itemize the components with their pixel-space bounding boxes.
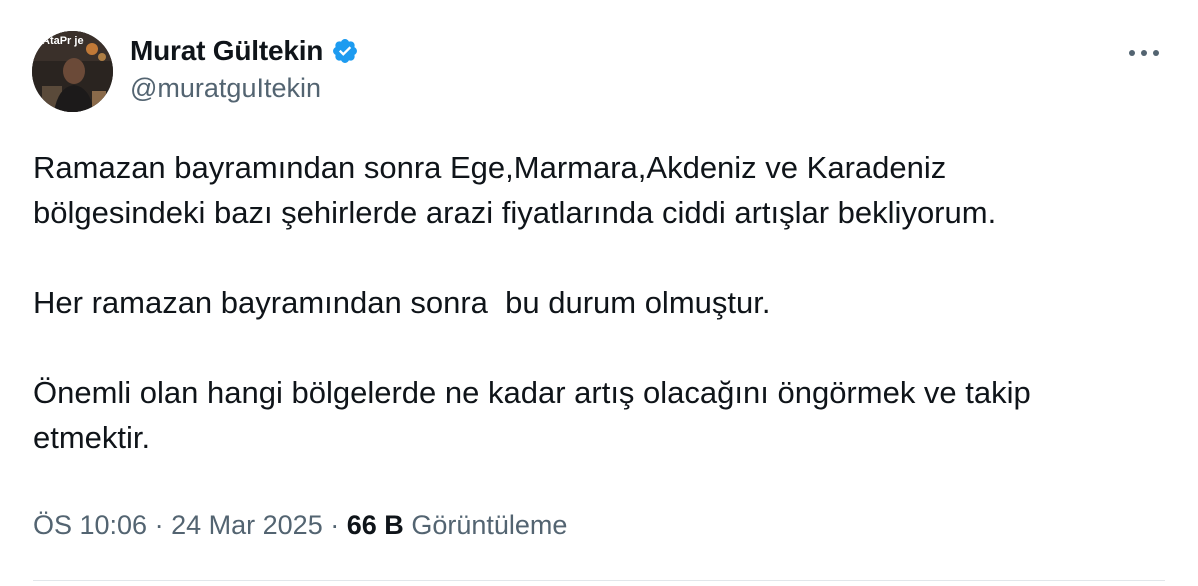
more-options-button[interactable] bbox=[1124, 38, 1164, 68]
avatar-logo-text: AtaPr je bbox=[42, 35, 84, 47]
views-label[interactable]: Görüntüleme bbox=[411, 510, 567, 540]
verified-badge-icon[interactable] bbox=[331, 37, 359, 65]
avatar[interactable]: AtaPr je bbox=[32, 31, 113, 112]
meta-separator: · bbox=[154, 510, 164, 540]
views-count[interactable]: 66 B bbox=[347, 510, 404, 540]
meta-separator: · bbox=[330, 510, 340, 540]
author-handle[interactable]: @muratguItekin bbox=[130, 73, 321, 104]
tweet-paragraph: Her ramazan bayramından sonra bu durum o… bbox=[33, 285, 771, 320]
author-display-name[interactable]: Murat Gültekin bbox=[130, 35, 323, 67]
tweet-text: Ramazan bayramından sonra Ege,Marmara,Ak… bbox=[33, 145, 1163, 460]
tweet-paragraph: Önemli olan hangi bölgelerde ne kadar ar… bbox=[33, 375, 1031, 455]
author-name-row: Murat Gültekin bbox=[130, 33, 359, 69]
tweet-card: AtaPr je Murat Gültekin @muratguItekin R… bbox=[0, 0, 1198, 586]
divider bbox=[33, 580, 1165, 581]
more-horizontal-icon bbox=[1129, 50, 1159, 56]
tweet-meta: ÖS 10:06 · 24 Mar 2025 · 66 B Görüntülem… bbox=[33, 510, 567, 541]
tweet-date[interactable]: 24 Mar 2025 bbox=[171, 510, 323, 540]
tweet-time[interactable]: ÖS 10:06 bbox=[33, 510, 147, 540]
tweet-paragraph: Ramazan bayramından sonra Ege,Marmara,Ak… bbox=[33, 150, 997, 230]
